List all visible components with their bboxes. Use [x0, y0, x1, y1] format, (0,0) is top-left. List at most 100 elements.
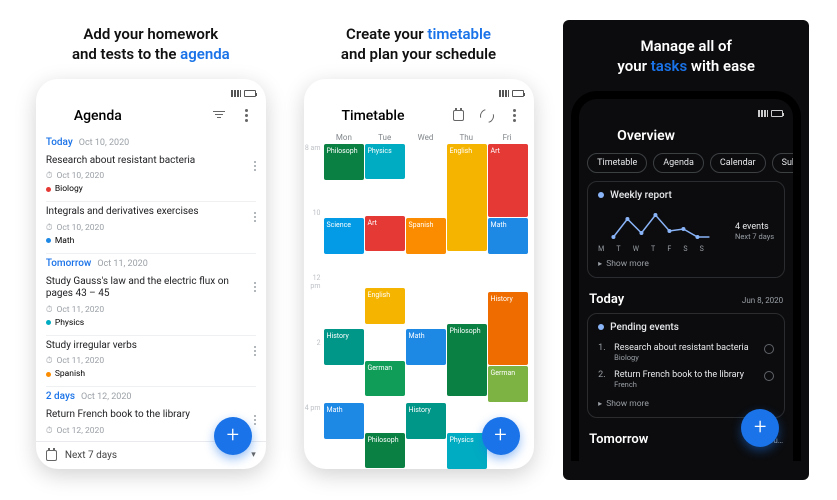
task-subject: Biology	[55, 184, 83, 194]
timetable-day-column: Spanish Math History	[406, 144, 446, 469]
pending-events-card[interactable]: Pending events 1.Research about resistan…	[587, 313, 785, 418]
agenda-task[interactable]: Study Gauss's law and the electric flux …	[46, 272, 256, 336]
date-value: Oct 12, 2020	[81, 392, 131, 402]
caption-agenda: Add your homework and tests to the agend…	[72, 24, 230, 65]
timetable-block[interactable]: English	[447, 144, 487, 252]
day-header: Mon	[324, 133, 365, 142]
complete-checkbox[interactable]	[764, 371, 774, 381]
event-title: Research about resistant bacteria	[614, 343, 748, 353]
card-title: Pending events	[610, 322, 679, 333]
pending-event[interactable]: 2.Return French book to the libraryFrenc…	[598, 366, 774, 393]
fab-add[interactable]: +	[214, 417, 252, 455]
hamburger-icon[interactable]	[589, 127, 607, 145]
battery-icon	[512, 90, 524, 97]
day-header: Tue	[364, 133, 405, 142]
timetable-block	[365, 180, 405, 215]
overflow-icon[interactable]	[506, 107, 524, 125]
timetable-block	[324, 366, 364, 402]
screen-title: Agenda	[74, 108, 200, 124]
timetable-block	[324, 255, 364, 328]
task-overflow-icon[interactable]	[254, 212, 256, 222]
event-title: Return French book to the library	[614, 370, 744, 380]
timetable-block[interactable]: German	[365, 361, 405, 396]
timetable-block[interactable]: Physics	[365, 144, 405, 179]
day-header: Thu	[446, 133, 487, 142]
timetable-block	[447, 252, 487, 323]
fab-add[interactable]: +	[482, 417, 520, 455]
status-bar	[304, 89, 534, 103]
panel-timetable: Create your timetable and plan your sche…	[296, 20, 542, 480]
app-bar: Overview	[579, 123, 793, 153]
sync-icon[interactable]	[478, 107, 496, 125]
signal-icon	[231, 90, 241, 97]
task-subject: Physics	[55, 318, 84, 328]
timetable-block[interactable]: Math	[488, 218, 528, 254]
timetable-block[interactable]: Philosoph	[447, 324, 487, 395]
task-due: ⏱Oct 11, 2020	[46, 356, 256, 366]
chip-agenda[interactable]: Agenda	[653, 153, 704, 173]
task-title: Study irregular verbs	[46, 340, 256, 353]
timetable-block[interactable]: Math	[406, 329, 446, 365]
pending-event[interactable]: 1.Research about resistant bacteriaBiolo…	[598, 339, 774, 366]
signal-icon	[499, 90, 509, 97]
hamburger-icon[interactable]	[46, 107, 64, 125]
timetable-block	[406, 144, 446, 217]
battery-icon	[771, 110, 783, 117]
timetable-block[interactable]: Art	[365, 216, 405, 251]
task-due: ⏱Oct 10, 2020	[46, 223, 256, 233]
filter-icon[interactable]	[210, 107, 228, 125]
timetable-day-column: Physics Art English German Philosoph	[365, 144, 405, 469]
panel-overview: Manage all of your tasks with ease Overv…	[563, 20, 809, 480]
show-more-button[interactable]: Show more	[598, 259, 774, 269]
timetable-block[interactable]: History	[488, 292, 528, 365]
fab-add[interactable]: +	[741, 409, 779, 447]
timetable-block[interactable]: Philosoph	[365, 433, 405, 468]
task-overflow-icon[interactable]	[254, 282, 256, 292]
weekly-report-card[interactable]: Weekly report 4 events Next 7 days MTWTF…	[587, 181, 785, 278]
agenda-task[interactable]: Research about resistant bacteria⏱Oct 10…	[46, 151, 256, 203]
caption-overview: Manage all of your tasks with ease	[617, 36, 755, 77]
task-overflow-icon[interactable]	[254, 415, 256, 425]
task-subject: Math	[55, 236, 75, 246]
timetable-block[interactable]: English	[365, 288, 405, 323]
events-summary: 4 events Next 7 days	[735, 222, 774, 241]
calendar-icon	[46, 450, 57, 461]
task-overflow-icon[interactable]	[254, 161, 256, 171]
timetable-block[interactable]: History	[324, 329, 364, 365]
overflow-icon[interactable]	[238, 107, 256, 125]
dot-icon	[598, 192, 604, 198]
timetable-block[interactable]: Physics	[447, 433, 487, 468]
today-icon[interactable]	[450, 107, 468, 125]
show-more-button[interactable]: Show more	[598, 399, 774, 409]
task-title: Integrals and derivatives exercises	[46, 206, 256, 219]
range-label: Next 7 days	[65, 450, 117, 461]
date-value: Oct 11, 2020	[97, 259, 147, 269]
timetable-block[interactable]: German	[488, 366, 528, 402]
chip-timetable[interactable]: Timetable	[587, 153, 647, 173]
device-overview: Overview Timetable Agenda Calendar Sub Week…	[571, 91, 801, 461]
device-agenda: Agenda TodayOct 10, 2020Research about r…	[36, 79, 266, 469]
agenda-list[interactable]: TodayOct 10, 2020Research about resistan…	[36, 133, 266, 441]
app-bar: Timetable	[304, 103, 534, 133]
chip-calendar[interactable]: Calendar	[710, 153, 766, 173]
timetable-block[interactable]: Philosoph	[324, 144, 364, 180]
task-overflow-icon[interactable]	[254, 346, 256, 356]
dot-icon	[598, 324, 604, 330]
task-due: ⏱Oct 10, 2020	[46, 171, 256, 181]
event-subject: French	[614, 380, 758, 389]
timetable-block	[447, 397, 487, 432]
task-subject: Spanish	[55, 369, 85, 379]
complete-checkbox[interactable]	[764, 344, 774, 354]
timetable-block[interactable]: History	[406, 403, 446, 439]
hamburger-icon[interactable]	[314, 107, 332, 125]
timetable-block[interactable]: Art	[488, 144, 528, 217]
battery-icon	[244, 90, 256, 97]
timetable-block[interactable]: Math	[324, 403, 364, 439]
agenda-task[interactable]: Integrals and derivatives exercises ⏱Oct …	[46, 202, 256, 254]
chip-sub[interactable]: Sub	[772, 153, 794, 173]
timetable-block[interactable]: Spanish	[406, 218, 446, 254]
agenda-task[interactable]: Study irregular verbs ⏱Oct 11, 2020 Spanis…	[46, 336, 256, 388]
timetable-block	[324, 181, 364, 217]
status-bar	[36, 89, 266, 103]
timetable-block[interactable]: Science	[324, 218, 364, 254]
